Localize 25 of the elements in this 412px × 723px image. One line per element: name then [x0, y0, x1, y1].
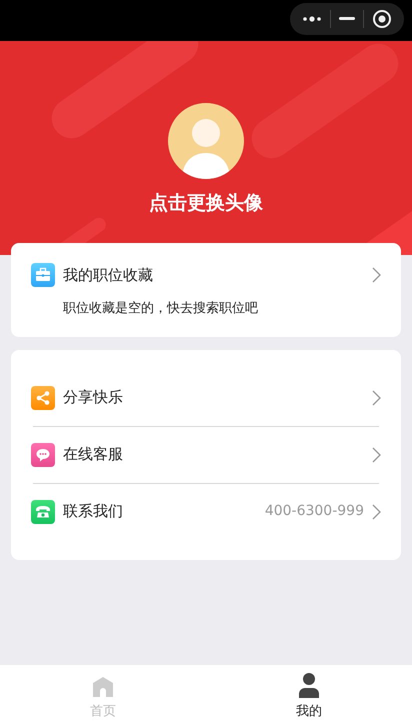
- chat-bubble-icon: [31, 442, 55, 466]
- menu-item[interactable]: 联系我们 400-6300-999: [31, 484, 381, 540]
- phone-number: 400-6300-999: [264, 502, 364, 521]
- home-icon: [92, 676, 114, 698]
- empty-message: 职位收藏是空的，快去搜索职位吧: [63, 300, 259, 318]
- share-icon: [31, 386, 55, 410]
- chevron-right-icon: [372, 446, 381, 462]
- menu-label: 在线客服: [63, 444, 124, 466]
- avatar-caption[interactable]: 点击更换头像: [149, 189, 263, 218]
- menu-item[interactable]: 在线客服: [31, 426, 381, 482]
- menu-item[interactable]: 分享快乐: [31, 370, 381, 426]
- chevron-right-icon: [372, 504, 381, 520]
- briefcase-icon: [31, 263, 55, 287]
- chevron-right-icon: [372, 390, 381, 406]
- close-icon[interactable]: [372, 9, 392, 29]
- chevron-right-icon: [372, 267, 381, 283]
- tab[interactable]: 我的: [206, 665, 412, 723]
- minimize-icon[interactable]: [339, 17, 355, 21]
- capsule-menu[interactable]: [290, 3, 404, 35]
- menu-label: 分享快乐: [63, 387, 124, 408]
- phone-icon: [31, 500, 55, 524]
- more-icon[interactable]: [302, 15, 322, 23]
- menu-label: 联系我们: [63, 501, 124, 522]
- favorites-title[interactable]: 我的职位收藏: [63, 264, 364, 286]
- person-icon: [298, 672, 320, 698]
